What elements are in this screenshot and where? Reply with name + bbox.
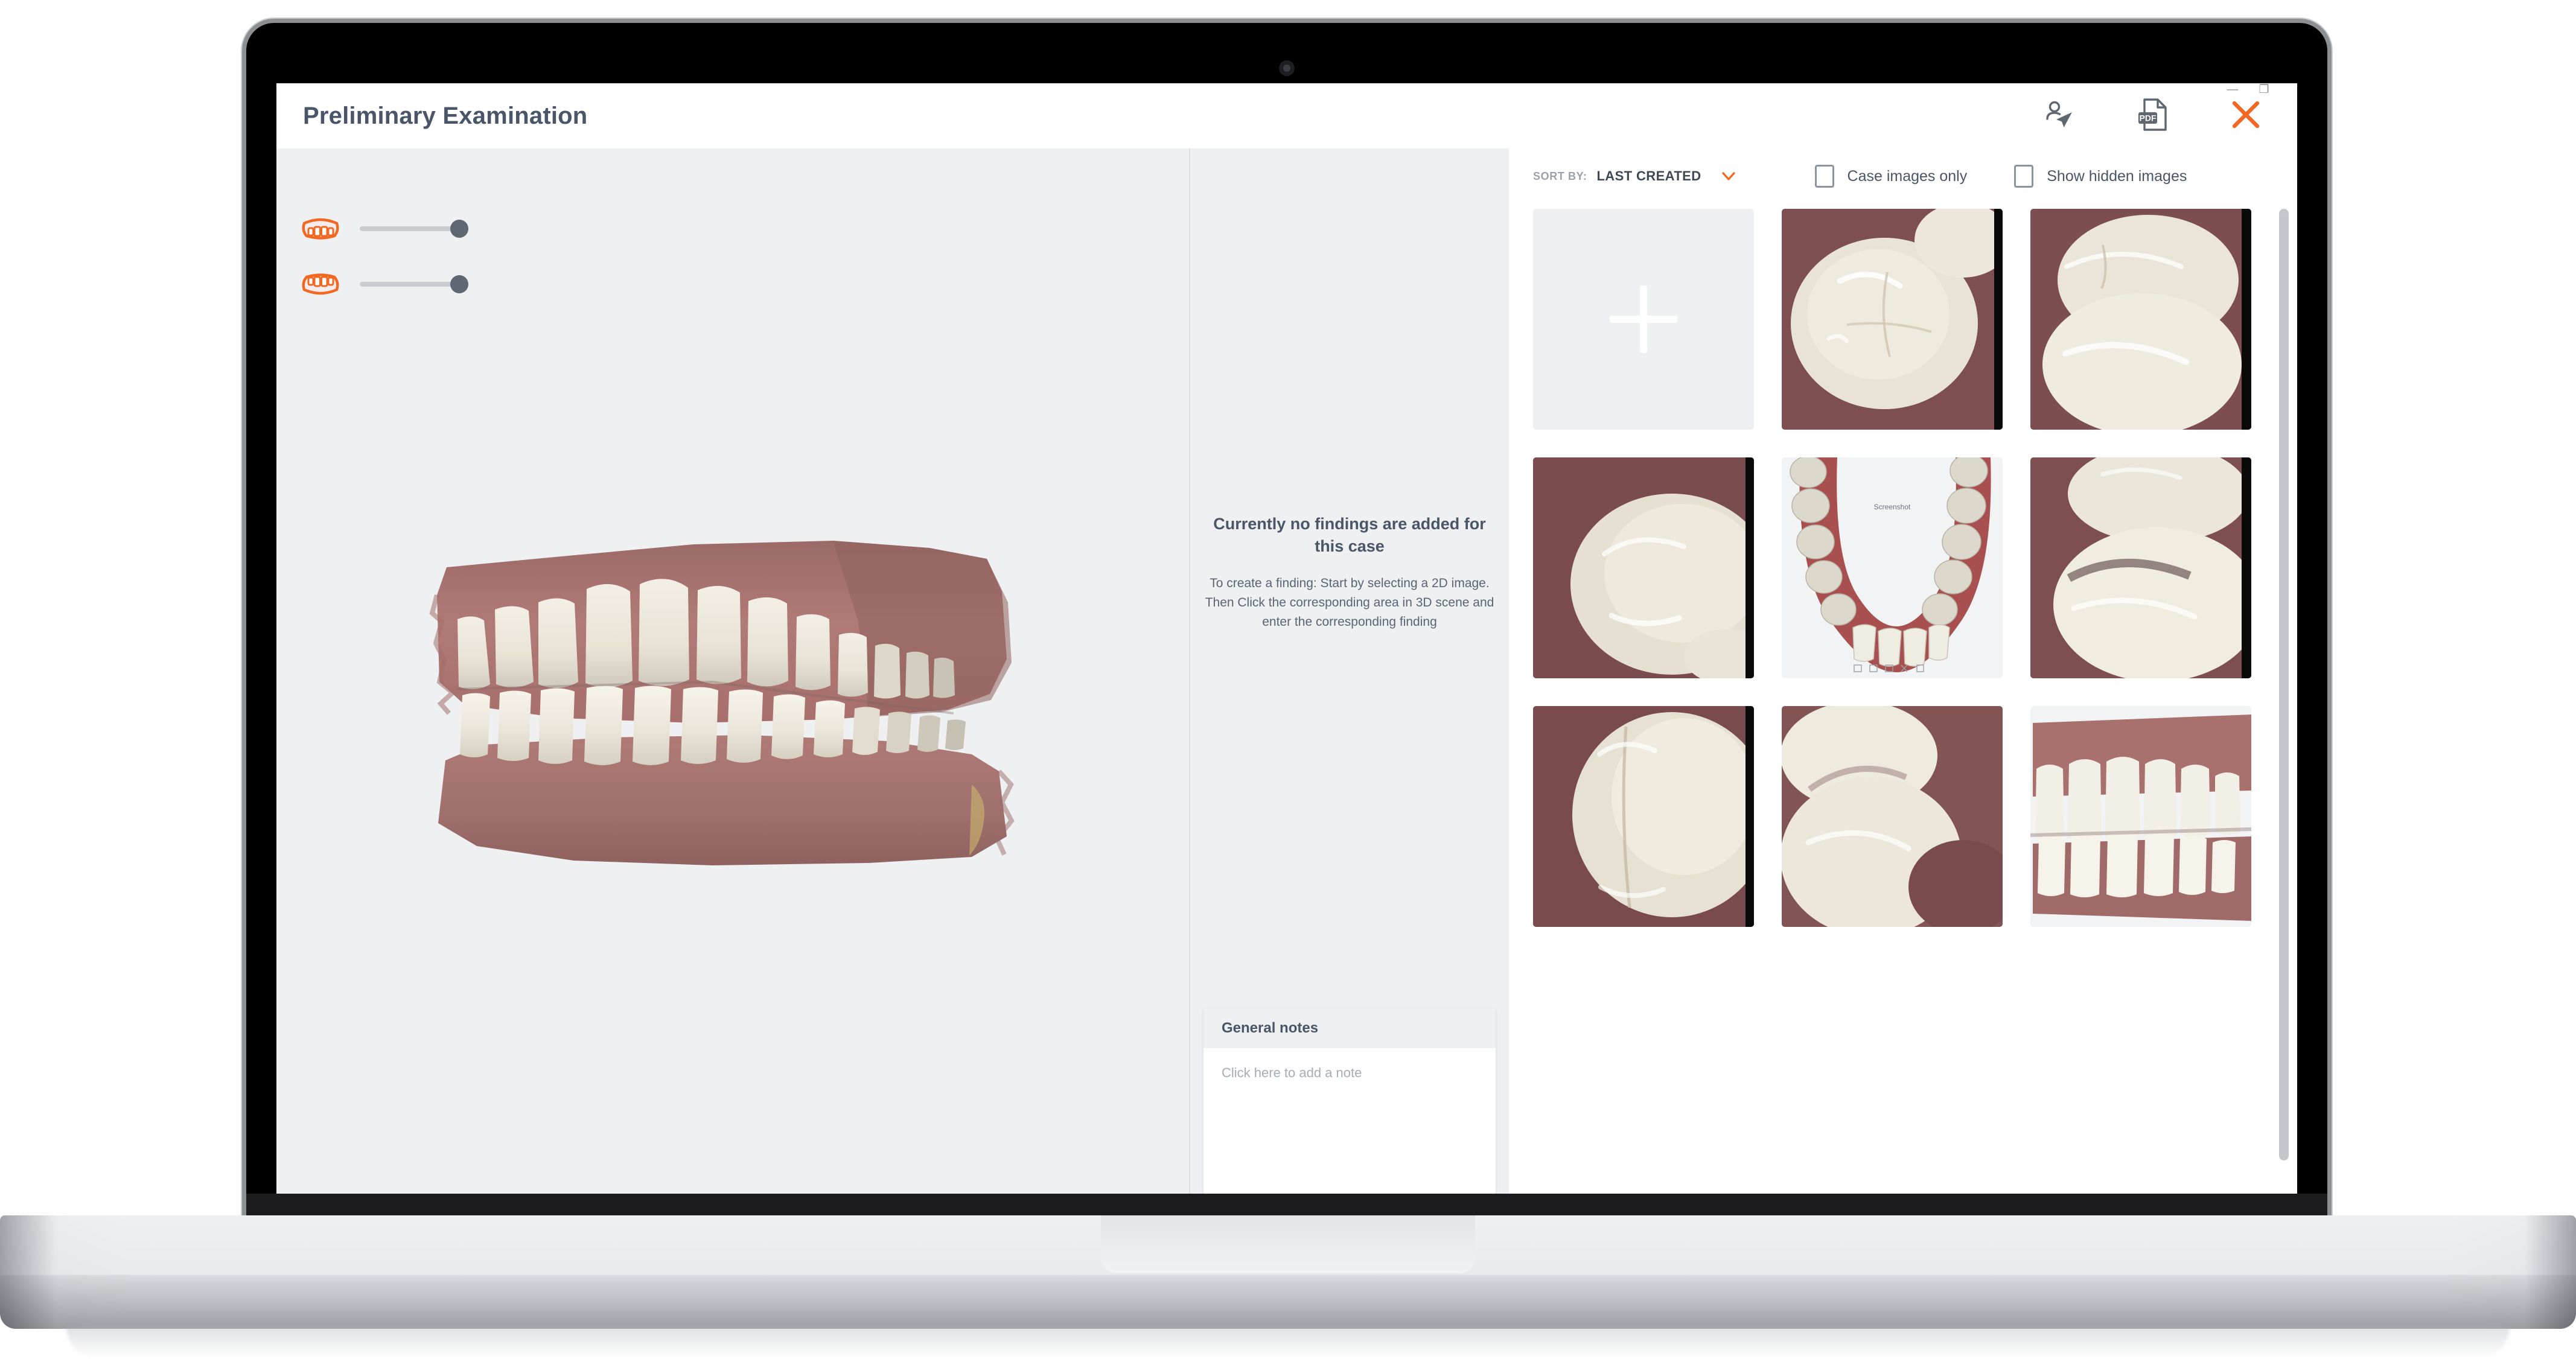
chevron-down-icon	[1721, 168, 1736, 184]
add-image-tile[interactable]	[1533, 209, 1754, 430]
lower-jaw-opacity-slider[interactable]	[360, 275, 468, 293]
app-body: Currently no findings are added for this…	[276, 148, 2297, 1209]
list-item[interactable]: Screenshot	[1782, 457, 2003, 678]
images-panel: SORT BY: LAST CREATED Case images only S…	[1509, 148, 2297, 1209]
occlusal-molar-closeup-2	[2030, 209, 2251, 430]
occlusal-molar-closeup-1	[1782, 209, 2003, 430]
filter-show-hidden-images-label: Show hidden images	[2047, 167, 2187, 185]
dental-3d-model[interactable]	[410, 501, 1026, 869]
findings-panel: Currently no findings are added for this…	[1189, 148, 1509, 1209]
sort-by-dropdown[interactable]: SORT BY: LAST CREATED	[1533, 168, 1736, 184]
slider-thumb[interactable]	[450, 275, 468, 293]
close-dialog-button[interactable]	[2227, 97, 2265, 135]
list-item[interactable]	[2030, 209, 2251, 430]
share-with-patient-button[interactable]	[2041, 97, 2079, 135]
checkbox-show-hidden-images[interactable]	[2014, 165, 2034, 188]
export-pdf-button[interactable]: PDF	[2134, 97, 2172, 135]
slider-thumb[interactable]	[450, 220, 468, 238]
list-item[interactable]	[1533, 706, 1754, 927]
list-item[interactable]	[1533, 457, 1754, 678]
restore-button[interactable]: ❐	[2256, 84, 2272, 97]
list-item[interactable]	[1782, 209, 2003, 430]
3d-viewport[interactable]	[276, 148, 1189, 1209]
close-x-icon	[2227, 96, 2265, 136]
person-send-icon	[2043, 98, 2077, 135]
minimize-button[interactable]: —	[2225, 84, 2240, 97]
anterior-bite-3d-view	[2030, 706, 2251, 927]
findings-empty-description: To create a finding: Start by selecting …	[1205, 576, 1494, 629]
list-item[interactable]	[1782, 706, 2003, 927]
list-item[interactable]	[2030, 706, 2251, 927]
molar-cusp-closeup-1	[1533, 706, 1754, 927]
general-notes-card: General notes Click here to add a note	[1204, 1008, 1496, 1194]
sort-by-value: LAST CREATED	[1596, 168, 1701, 183]
window-controls: — ❐	[2225, 84, 2272, 97]
svg-text:PDF: PDF	[2140, 113, 2157, 123]
filter-case-images-only-label: Case images only	[1847, 167, 1968, 185]
findings-empty-title: Currently no findings are added for this…	[1213, 515, 1486, 555]
filter-show-hidden-images[interactable]: Show hidden images	[2014, 165, 2187, 188]
scrollbar-thumb[interactable]	[2279, 209, 2289, 1161]
upper-arch-icon[interactable]	[301, 215, 340, 243]
general-notes-header: General notes	[1204, 1008, 1496, 1048]
upper-jaw-opacity-slider[interactable]	[360, 220, 468, 238]
thumbnail-scrollbar[interactable]	[2279, 209, 2289, 1200]
pdf-file-icon: PDF	[2137, 97, 2169, 135]
upper-jaw-opacity-row	[301, 215, 468, 243]
screenshot-stage: Preliminary Examination — ❐ PDF Currentl…	[0, 0, 2576, 1359]
buccal-premolar-closeup	[1533, 457, 1754, 678]
lower-arch-icon[interactable]	[301, 270, 340, 298]
images-toolbar: SORT BY: LAST CREATED Case images only S…	[1509, 148, 2297, 204]
lower-arch-screenshot: Screenshot	[1782, 457, 2003, 678]
occlusal-contact-closeup	[2030, 457, 2251, 678]
findings-empty-state: Currently no findings are added for this…	[1190, 513, 1509, 632]
laptop-reflection	[66, 1326, 2510, 1359]
webcam-icon	[1279, 60, 1295, 76]
laptop-base	[0, 1215, 2576, 1329]
lower-jaw-opacity-row	[301, 270, 468, 298]
header-actions: PDF	[2041, 97, 2271, 135]
laptop-screen: Preliminary Examination — ❐ PDF Currentl…	[276, 83, 2297, 1209]
laptop-base-notch	[1101, 1215, 1475, 1273]
general-notes-input[interactable]: Click here to add a note	[1204, 1048, 1496, 1194]
checkbox-case-images-only[interactable]	[1814, 165, 1834, 188]
opacity-controls	[301, 215, 468, 298]
svg-text:Screenshot: Screenshot	[1874, 503, 1911, 511]
laptop-hinge	[246, 1194, 2327, 1218]
thumbnail-grid: Screenshot	[1533, 209, 2273, 927]
thumbnail-scroll-area[interactable]: Screenshot	[1509, 204, 2297, 1209]
filter-case-images-only[interactable]: Case images only	[1814, 165, 1968, 188]
list-item[interactable]	[2030, 457, 2251, 678]
app-header: Preliminary Examination — ❐ PDF	[276, 83, 2297, 148]
general-notes-placeholder: Click here to add a note	[1222, 1065, 1362, 1080]
laptop-lid: Preliminary Examination — ❐ PDF Currentl…	[246, 23, 2327, 1230]
molar-cusp-closeup-2	[1782, 706, 2003, 927]
application-window: Preliminary Examination — ❐ PDF Currentl…	[276, 83, 2297, 1209]
sort-by-label: SORT BY:	[1533, 170, 1587, 182]
page-title: Preliminary Examination	[303, 102, 588, 129]
